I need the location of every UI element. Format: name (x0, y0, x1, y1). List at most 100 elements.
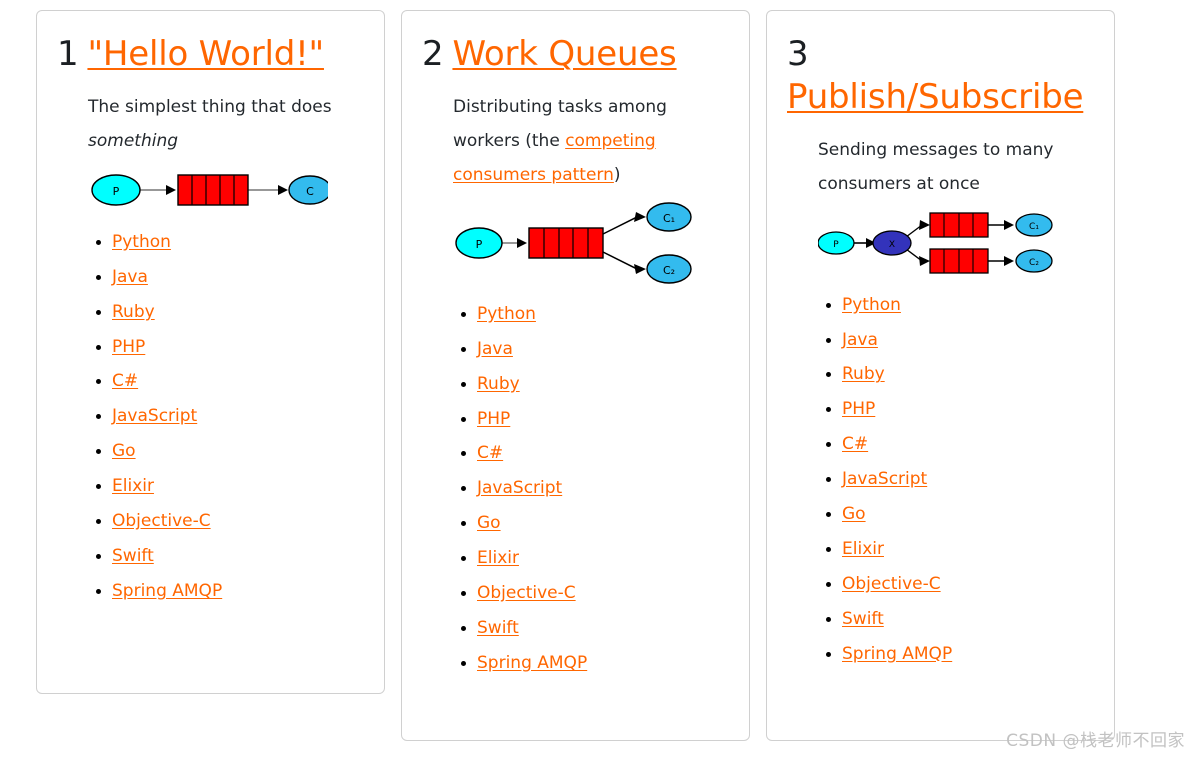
list-item: Swift (842, 609, 1090, 629)
list-item: Objective-C (842, 574, 1090, 594)
card-title-link-work-queues[interactable]: Work Queues (452, 34, 676, 74)
list-item: Swift (477, 618, 725, 638)
language-link-swift[interactable]: Swift (477, 618, 519, 638)
list-item: JavaScript (112, 406, 360, 426)
card-description: Distributing tasks among workers (the co… (453, 90, 725, 192)
language-link-elixir[interactable]: Elixir (477, 548, 519, 568)
svg-text:P: P (113, 185, 120, 198)
language-link-java[interactable]: Java (112, 267, 148, 287)
hello-world-svg: P C (91, 174, 332, 206)
list-item: Python (112, 232, 360, 252)
language-link-swift[interactable]: Swift (112, 546, 154, 566)
tutorial-card-work-queues: 2 Work Queues Distributing tasks among wo… (401, 10, 750, 741)
svg-text:P: P (476, 238, 483, 251)
language-link-java[interactable]: Java (477, 339, 513, 359)
language-list: Python Java Ruby PHP C# JavaScript Go El… (88, 232, 360, 601)
card-description-emphasis: something (88, 130, 179, 151)
list-item: JavaScript (477, 478, 725, 498)
language-link-python[interactable]: Python (842, 295, 901, 315)
language-link-php[interactable]: PHP (112, 337, 145, 357)
language-link-php[interactable]: PHP (842, 399, 875, 419)
card-title-link-publish-subscribe[interactable]: Publish/Subscribe (787, 76, 1083, 119)
list-item: Spring AMQP (842, 644, 1090, 664)
list-item: Elixir (842, 539, 1090, 559)
language-link-csharp[interactable]: C# (112, 371, 138, 391)
list-item: Go (112, 441, 360, 461)
tutorial-card-hello-world: 1 "Hello World!" The simplest thing that … (36, 10, 385, 694)
svg-text:C₂: C₂ (663, 264, 675, 277)
diagram-publish-subscribe: P X C₁ C₂ (817, 209, 1090, 281)
svg-text:C₁: C₁ (663, 212, 675, 225)
list-item: Spring AMQP (477, 653, 725, 673)
list-item: Java (112, 267, 360, 287)
language-link-spring-amqp[interactable]: Spring AMQP (112, 581, 222, 601)
language-link-python[interactable]: Python (477, 304, 536, 324)
card-heading: 3 Publish/Subscribe (787, 33, 1094, 119)
card-heading: 1 "Hello World!" (57, 33, 364, 76)
language-link-go[interactable]: Go (842, 504, 866, 524)
list-item: Java (477, 339, 725, 359)
language-link-elixir[interactable]: Elixir (112, 476, 154, 496)
list-item: Go (477, 513, 725, 533)
svg-text:C: C (306, 185, 314, 198)
list-item: Spring AMQP (112, 581, 360, 601)
language-link-javascript[interactable]: JavaScript (842, 469, 927, 489)
language-link-spring-amqp[interactable]: Spring AMQP (842, 644, 952, 664)
card-number: 1 (57, 34, 79, 74)
list-item: Objective-C (477, 583, 725, 603)
svg-text:C₁: C₁ (1029, 222, 1039, 232)
language-link-spring-amqp[interactable]: Spring AMQP (477, 653, 587, 673)
svg-text:X: X (889, 240, 895, 250)
language-link-go[interactable]: Go (112, 441, 136, 461)
language-link-ruby[interactable]: Ruby (112, 302, 155, 322)
language-link-python[interactable]: Python (112, 232, 171, 252)
card-description-suffix: ) (613, 164, 621, 185)
list-item: Go (842, 504, 1090, 524)
list-item: Python (477, 304, 725, 324)
card-number: 3 (787, 34, 809, 74)
list-item: C# (842, 434, 1090, 454)
language-link-objective-c[interactable]: Objective-C (112, 511, 211, 531)
list-item: C# (477, 443, 725, 463)
language-link-ruby[interactable]: Ruby (842, 364, 885, 384)
card-description: Sending messages to many consumers at on… (818, 133, 1090, 201)
tutorial-card-grid: 1 "Hello World!" The simplest thing that … (0, 0, 1197, 759)
tutorial-card-publish-subscribe: 3 Publish/Subscribe Sending messages to m… (766, 10, 1115, 741)
list-item: Ruby (477, 374, 725, 394)
language-link-elixir[interactable]: Elixir (842, 539, 884, 559)
card-body: Sending messages to many consumers at on… (787, 133, 1094, 664)
list-item: Elixir (477, 548, 725, 568)
card-body: The simplest thing that does something P… (57, 90, 364, 601)
list-item: C# (112, 371, 360, 391)
list-item: PHP (112, 337, 360, 357)
list-item: Java (842, 330, 1090, 350)
language-link-java[interactable]: Java (842, 330, 878, 350)
csdn-watermark: CSDN @栈老师不回家 (1006, 731, 1185, 751)
language-link-csharp[interactable]: C# (842, 434, 868, 454)
language-link-objective-c[interactable]: Objective-C (842, 574, 941, 594)
language-link-javascript[interactable]: JavaScript (112, 406, 197, 426)
list-item: Python (842, 295, 1090, 315)
language-list: Python Java Ruby PHP C# JavaScript Go El… (818, 295, 1090, 664)
language-link-javascript[interactable]: JavaScript (477, 478, 562, 498)
card-title-link-hello-world[interactable]: "Hello World!" (87, 34, 324, 74)
card-heading: 2 Work Queues (422, 33, 729, 76)
list-item: Swift (112, 546, 360, 566)
card-body: Distributing tasks among workers (the co… (422, 90, 729, 673)
language-link-csharp[interactable]: C# (477, 443, 503, 463)
work-queues-svg: P C₁ C₂ (455, 202, 692, 284)
list-item: Ruby (112, 302, 360, 322)
list-item: JavaScript (842, 469, 1090, 489)
language-link-swift[interactable]: Swift (842, 609, 884, 629)
svg-text:P: P (833, 240, 839, 250)
list-item: Ruby (842, 364, 1090, 384)
language-link-go[interactable]: Go (477, 513, 501, 533)
publish-subscribe-svg: P X C₁ C₂ (817, 212, 1053, 274)
list-item: Elixir (112, 476, 360, 496)
language-link-php[interactable]: PHP (477, 409, 510, 429)
diagram-hello-world: P C (88, 166, 360, 218)
language-link-ruby[interactable]: Ruby (477, 374, 520, 394)
card-number: 2 (422, 34, 444, 74)
language-list: Python Java Ruby PHP C# JavaScript Go El… (453, 304, 725, 673)
language-link-objective-c[interactable]: Objective-C (477, 583, 576, 603)
